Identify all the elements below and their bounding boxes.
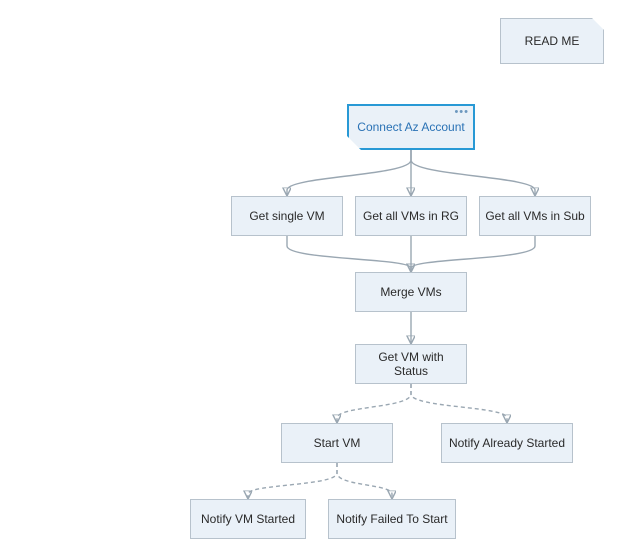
notify-already-started-node[interactable]: Notify Already Started [441, 423, 573, 463]
start-vm-node[interactable]: Start VM [281, 423, 393, 463]
flowchart-canvas: READ ME Connect Az Account ••• Get singl… [0, 0, 636, 549]
node-label: Get all VMs in RG [363, 209, 459, 223]
node-label: Notify VM Started [201, 512, 295, 526]
node-label: Merge VMs [380, 285, 441, 299]
node-label: Get single VM [249, 209, 324, 223]
node-label: Get all VMs in Sub [485, 209, 584, 223]
connect-label: Connect Az Account [357, 120, 464, 134]
get-all-vms-rg-node[interactable]: Get all VMs in RG [355, 196, 467, 236]
notify-failed-start-node[interactable]: Notify Failed To Start [328, 499, 456, 539]
node-label: Start VM [314, 436, 361, 450]
readme-node[interactable]: READ ME [500, 18, 604, 64]
node-label: Notify Failed To Start [336, 512, 447, 526]
node-label: Notify Already Started [449, 436, 565, 450]
get-single-vm-node[interactable]: Get single VM [231, 196, 343, 236]
node-label: Get VM with Status [360, 350, 462, 379]
merge-vms-node[interactable]: Merge VMs [355, 272, 467, 312]
connector-layer [0, 0, 636, 549]
get-vm-status-node[interactable]: Get VM with Status [355, 344, 467, 384]
ellipsis-icon[interactable]: ••• [454, 106, 469, 119]
notify-vm-started-node[interactable]: Notify VM Started [190, 499, 306, 539]
get-all-vms-sub-node[interactable]: Get all VMs in Sub [479, 196, 591, 236]
connect-az-account-node[interactable]: Connect Az Account ••• [347, 104, 475, 150]
readme-label: READ ME [525, 34, 580, 48]
